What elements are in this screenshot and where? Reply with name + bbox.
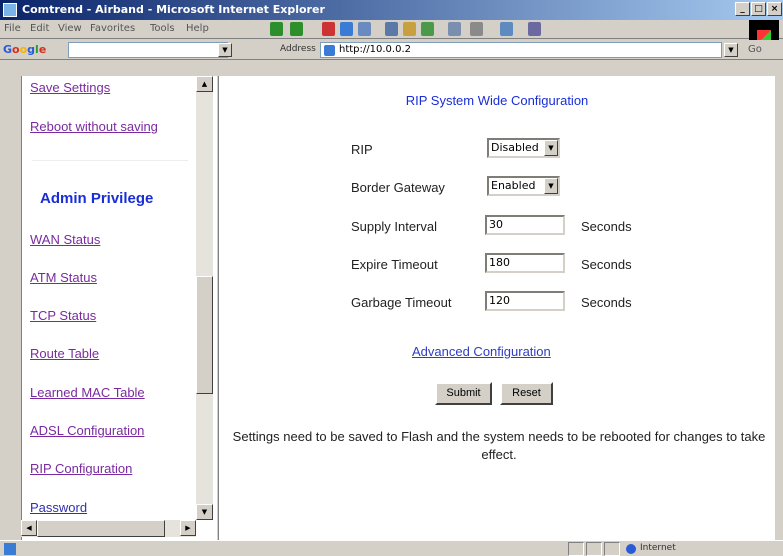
nav-wan-status[interactable]: WAN Status (30, 232, 100, 247)
scroll-down-icon[interactable]: ▼ (196, 504, 213, 520)
forward-icon[interactable] (290, 22, 303, 36)
status-page-icon (4, 543, 16, 555)
nav-horizontal-scrollbar[interactable]: ◀ ▶ (21, 520, 196, 537)
border-gateway-value: Enabled (491, 179, 536, 192)
home-icon[interactable] (358, 22, 371, 36)
menu-help[interactable]: Help (186, 23, 209, 34)
nav-atm-status[interactable]: ATM Status (30, 270, 97, 285)
status-bar: Internet (0, 540, 783, 556)
menu-tools[interactable]: Tools (150, 23, 175, 34)
address-dropdown-icon[interactable]: ▼ (724, 43, 738, 57)
menu-edit[interactable]: Edit (30, 23, 49, 34)
rip-select[interactable]: Disabled ▼ (487, 138, 560, 158)
history-icon[interactable] (421, 22, 434, 36)
reset-button[interactable]: Reset (500, 382, 553, 405)
search-icon[interactable] (385, 22, 398, 36)
nav-learned-mac-table[interactable]: Learned MAC Table (30, 385, 145, 400)
address-input[interactable]: http://10.0.0.2 (320, 42, 722, 58)
supply-interval-unit: Seconds (581, 219, 632, 234)
scroll-thumb[interactable] (196, 276, 213, 394)
h-scroll-thumb[interactable] (37, 520, 165, 537)
mail-icon[interactable] (448, 22, 461, 36)
nav-rip-configuration[interactable]: RIP Configuration (30, 461, 132, 476)
back-icon[interactable] (270, 22, 283, 36)
minimize-button[interactable]: _ (735, 2, 750, 16)
nav-tcp-status[interactable]: TCP Status (30, 308, 96, 323)
nav-frame: Save Settings Reboot without saving Admi… (21, 76, 216, 540)
browser-window: Comtrend - Airband - Microsoft Internet … (0, 0, 783, 556)
window-title: Comtrend - Airband - Microsoft Internet … (22, 3, 325, 16)
maximize-button[interactable]: □ (751, 2, 766, 16)
advanced-configuration-link[interactable]: Advanced Configuration (412, 344, 551, 359)
title-bar: Comtrend - Airband - Microsoft Internet … (0, 0, 783, 20)
garbage-timeout-unit: Seconds (581, 295, 632, 310)
reboot-note: Settings need to be saved to Flash and t… (232, 429, 766, 462)
rip-label: RIP (351, 142, 373, 157)
internet-globe-icon (626, 544, 636, 554)
menu-favorites[interactable]: Favorites (90, 23, 135, 34)
frame-gutter (0, 60, 21, 540)
address-value: http://10.0.0.2 (339, 44, 411, 55)
favorites-icon[interactable] (403, 22, 416, 36)
security-zone: Internet (640, 543, 676, 553)
menu-bar: File Edit View Favorites Tools Help (0, 20, 783, 39)
nav-route-table[interactable]: Route Table (30, 346, 99, 361)
expire-timeout-unit: Seconds (581, 257, 632, 272)
close-button[interactable]: × (767, 2, 782, 16)
nav-adsl-configuration[interactable]: ADSL Configuration (30, 423, 144, 438)
supply-interval-input[interactable]: 30 (485, 215, 565, 235)
nav-heading: Admin Privilege (40, 190, 154, 207)
edit-icon[interactable] (500, 22, 513, 36)
expire-timeout-label: Expire Timeout (351, 257, 438, 272)
expire-timeout-input[interactable]: 180 (485, 253, 565, 273)
nav-reboot-without-saving[interactable]: Reboot without saving (30, 119, 158, 134)
status-pane-lock (586, 542, 602, 556)
status-pane-extra (604, 542, 620, 556)
menu-file[interactable]: File (4, 23, 21, 34)
status-pane-progress (568, 542, 584, 556)
stop-icon[interactable] (322, 22, 335, 36)
border-gateway-dropdown-icon[interactable]: ▼ (544, 178, 558, 194)
discuss-icon[interactable] (528, 22, 541, 36)
print-icon[interactable] (470, 22, 483, 36)
garbage-timeout-input[interactable]: 120 (485, 291, 565, 311)
scroll-right-icon[interactable]: ▶ (180, 520, 196, 536)
nav-vertical-scrollbar[interactable]: ▲ ▼ (196, 76, 213, 520)
border-gateway-label: Border Gateway (351, 180, 445, 195)
nav-save-settings[interactable]: Save Settings (30, 80, 110, 95)
ie-icon (3, 3, 17, 17)
google-search-input[interactable] (68, 42, 228, 58)
page-title: RIP System Wide Configuration (405, 93, 589, 108)
address-label: Address (280, 44, 316, 54)
address-toolbar: Google ▼ Address http://10.0.0.2 ▼ Go (0, 40, 783, 60)
google-dropdown-icon[interactable]: ▼ (218, 43, 232, 57)
go-button[interactable]: Go (748, 44, 762, 55)
nav-password[interactable]: Password (30, 500, 87, 515)
nav-divider (32, 160, 188, 161)
rip-value: Disabled (491, 141, 539, 154)
supply-interval-label: Supply Interval (351, 219, 437, 234)
scroll-left-icon[interactable]: ◀ (21, 520, 37, 536)
garbage-timeout-label: Garbage Timeout (351, 295, 452, 310)
refresh-icon[interactable] (340, 22, 353, 36)
submit-button[interactable]: Submit (435, 382, 492, 405)
content-frame: RIP System Wide Configuration RIP Disabl… (219, 76, 775, 540)
page-icon (324, 45, 335, 56)
google-logo: Google (3, 43, 47, 56)
scroll-up-icon[interactable]: ▲ (196, 76, 213, 92)
menu-view[interactable]: View (58, 23, 82, 34)
rip-dropdown-icon[interactable]: ▼ (544, 140, 558, 156)
border-gateway-select[interactable]: Enabled ▼ (487, 176, 560, 196)
